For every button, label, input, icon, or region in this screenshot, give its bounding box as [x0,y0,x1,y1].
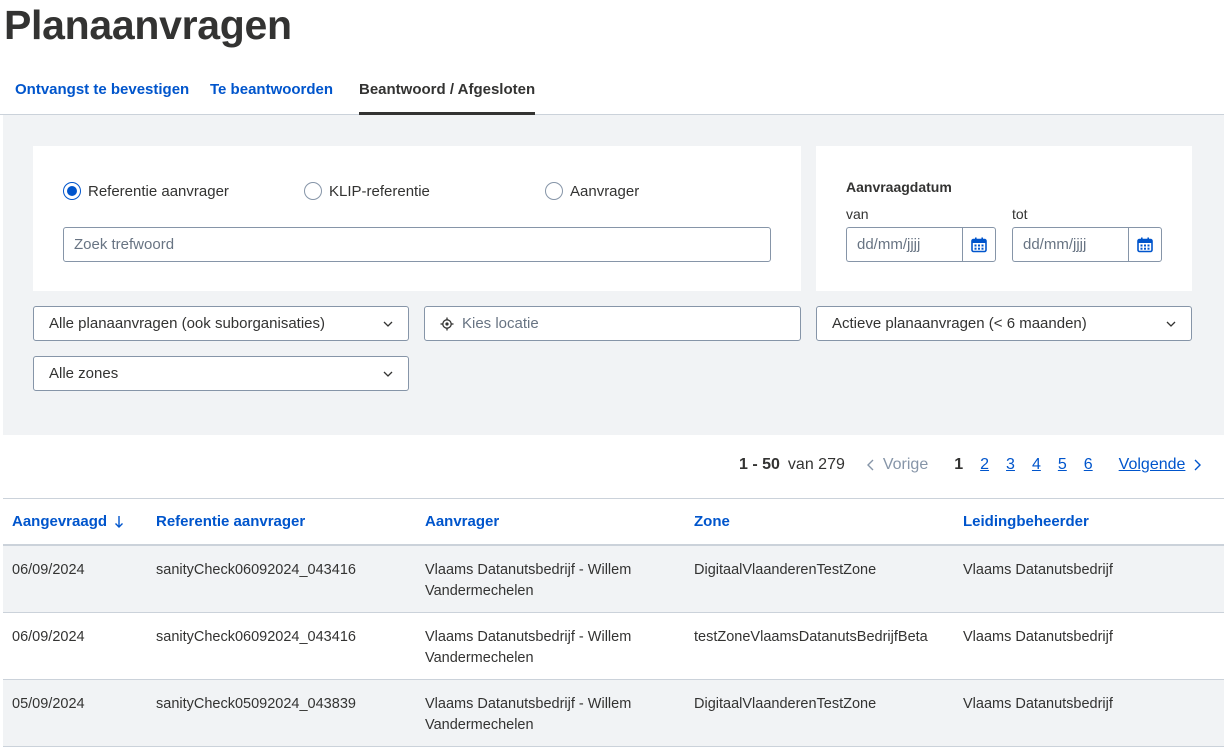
cell-leidingbeheerder: Vlaams Datanutsbedrijf [963,696,1113,712]
radio-aanvrager[interactable]: Aanvrager [545,181,639,201]
tab-ontvangst-te-bevestigen[interactable]: Ontvangst te bevestigen [15,70,189,115]
page-link-5[interactable]: 5 [1058,456,1067,474]
date-heading: Aanvraagdatum [846,179,952,195]
location-placeholder: Kies locatie [462,315,539,332]
cell-referentie: sanityCheck06092024_043416 [156,562,356,578]
pagination-previous-label: Vorige [882,456,929,473]
radio-dot [304,182,322,200]
pagination-total: van 279 [787,456,845,473]
date-to-input[interactable] [1012,227,1128,262]
pagination-previous: Vorige [865,456,928,474]
keyword-search-input[interactable] [63,227,771,262]
chevron-down-icon [1166,321,1176,327]
cell-aangevraagd: 05/09/2024 [12,696,85,712]
cell-zone: DigitaalVlaanderenTestZone [694,696,877,712]
pagination-next-label: Volgende [1118,456,1186,473]
date-from-picker-button[interactable] [962,227,996,262]
locate-icon [440,317,454,331]
period-select-value: Actieve planaanvragen (< 6 maanden) [832,315,1087,332]
date-from-input[interactable] [846,227,962,262]
cell-aanvrager: Vlaams Datanutsbedrijf - Willem Vanderme… [425,629,632,666]
column-header-label: Aangevraagd [12,513,108,530]
column-header-leidingbeheerder[interactable]: Leidingbeheerder [963,513,1089,530]
tab-bar: Ontvangst te bevestigen Te beantwoorden … [0,70,1224,115]
cell-zone: DigitaalVlaanderenTestZone [694,562,877,578]
filter-panel: Referentie aanvrager KLIP-referentie Aan… [3,115,1224,435]
page-link-1[interactable]: 1 [954,456,963,474]
zones-select[interactable]: Alle zones [33,356,409,391]
radio-klip-referentie[interactable]: KLIP-referentie [304,181,430,201]
radio-label: Aanvrager [570,182,640,200]
date-from-label: van [846,206,869,222]
column-header-referentie[interactable]: Referentie aanvrager [156,513,305,530]
page-link-3[interactable]: 3 [1006,456,1015,474]
organisation-select[interactable]: Alle planaanvragen (ook suborganisaties) [33,306,409,341]
cell-aangevraagd: 06/09/2024 [12,562,85,578]
cell-referentie: sanityCheck05092024_043839 [156,696,356,712]
zones-select-value: Alle zones [49,365,119,382]
location-input[interactable]: Kies locatie [424,306,801,341]
radio-referentie-aanvrager[interactable]: Referentie aanvrager [63,181,229,201]
table-row[interactable]: 06/09/2024 sanityCheck06092024_043416 Vl… [3,546,1224,613]
tab-te-beantwoorden[interactable]: Te beantwoorden [210,70,333,115]
cell-aanvrager: Vlaams Datanutsbedrijf - Willem Vanderme… [425,696,632,733]
date-to-field [1012,227,1162,262]
pagination: 1 - 50 van 279 Vorige 1 2 3 4 5 6 Volgen… [739,453,1203,477]
chevron-left-icon [866,459,874,471]
column-header-aanvrager[interactable]: Aanvrager [425,513,499,530]
cell-aangevraagd: 06/09/2024 [12,629,85,645]
page-link-6[interactable]: 6 [1084,456,1093,474]
chevron-down-icon [383,321,393,327]
chevron-down-icon [383,371,393,377]
column-header-zone[interactable]: Zone [694,513,730,530]
table-row[interactable]: 06/09/2024 sanityCheck06092024_043416 Vl… [3,613,1224,680]
radio-dot [545,182,563,200]
pagination-range: 1 - 50 [739,456,780,473]
date-to-picker-button[interactable] [1128,227,1162,262]
period-select[interactable]: Actieve planaanvragen (< 6 maanden) [816,306,1192,341]
organisation-select-value: Alle planaanvragen (ook suborganisaties) [49,315,326,332]
page-link-4[interactable]: 4 [1032,456,1041,474]
calendar-icon [1137,237,1153,252]
table-header: Aangevraagd Referentie aanvrager Aanvrag… [3,499,1224,546]
date-from-field [846,227,996,262]
calendar-icon [971,237,987,252]
cell-leidingbeheerder: Vlaams Datanutsbedrijf [963,629,1113,645]
radio-dot [63,182,81,200]
radio-label: Referentie aanvrager [88,182,229,200]
table-row[interactable]: 05/09/2024 sanityCheck05092024_043839 Vl… [3,680,1224,747]
date-card: Aanvraagdatum van tot [816,146,1192,291]
search-card: Referentie aanvrager KLIP-referentie Aan… [33,146,801,291]
cell-zone: testZoneVlaamsDatanutsBedrijfBeta [694,629,928,645]
chevron-right-icon [1194,459,1202,471]
page-title: Planaanvragen [4,2,292,48]
date-to-label: tot [1012,206,1028,222]
page-link-2[interactable]: 2 [980,456,989,474]
radio-label: KLIP-referentie [329,182,430,200]
cell-referentie: sanityCheck06092024_043416 [156,629,356,645]
pagination-next[interactable]: Volgende [1119,456,1204,474]
arrow-down-icon [115,515,124,528]
column-header-aangevraagd[interactable]: Aangevraagd [12,513,125,530]
cell-leidingbeheerder: Vlaams Datanutsbedrijf [963,562,1113,578]
tab-beantwoord-afgesloten[interactable]: Beantwoord / Afgesloten [359,70,536,115]
cell-aanvrager: Vlaams Datanutsbedrijf - Willem Vanderme… [425,562,632,599]
results-table: Aangevraagd Referentie aanvrager Aanvrag… [3,498,1224,747]
